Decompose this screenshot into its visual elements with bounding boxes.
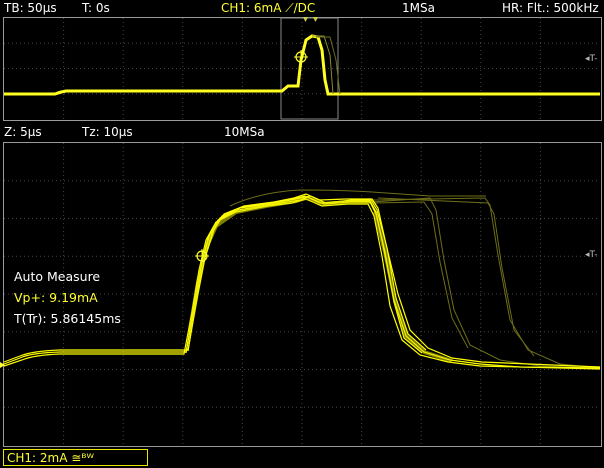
vp-measurement: Vp+: 9.19mA bbox=[14, 290, 98, 305]
waveform-display bbox=[0, 17, 601, 445]
overview-trigger-crosshair bbox=[294, 50, 308, 64]
rise-time-measurement: T(Tr): 5.86145ms bbox=[14, 311, 121, 326]
zoom-window-box bbox=[280, 17, 339, 120]
auto-measure-title: Auto Measure bbox=[14, 269, 101, 284]
zoom-position-arrow bbox=[313, 17, 318, 22]
channel-ground-marker bbox=[0, 362, 5, 368]
channel-settings-box[interactable]: CH1: 2mA ≅ᴮᵂ bbox=[3, 449, 148, 466]
overview-trace bbox=[4, 34, 600, 96]
auto-measure-panel: Auto Measure Vp+: 9.19mA T(Tr): 5.86145m… bbox=[14, 266, 121, 329]
zoom-trigger-level-marker: ◂T- bbox=[585, 250, 598, 260]
trigger-position-arrow bbox=[303, 17, 308, 22]
overview-grid bbox=[4, 18, 600, 119]
zoom-trace-band bbox=[188, 195, 453, 363]
zoom-trace-late bbox=[229, 189, 601, 369]
overview-trigger-level-marker: ◂T- bbox=[585, 54, 598, 64]
